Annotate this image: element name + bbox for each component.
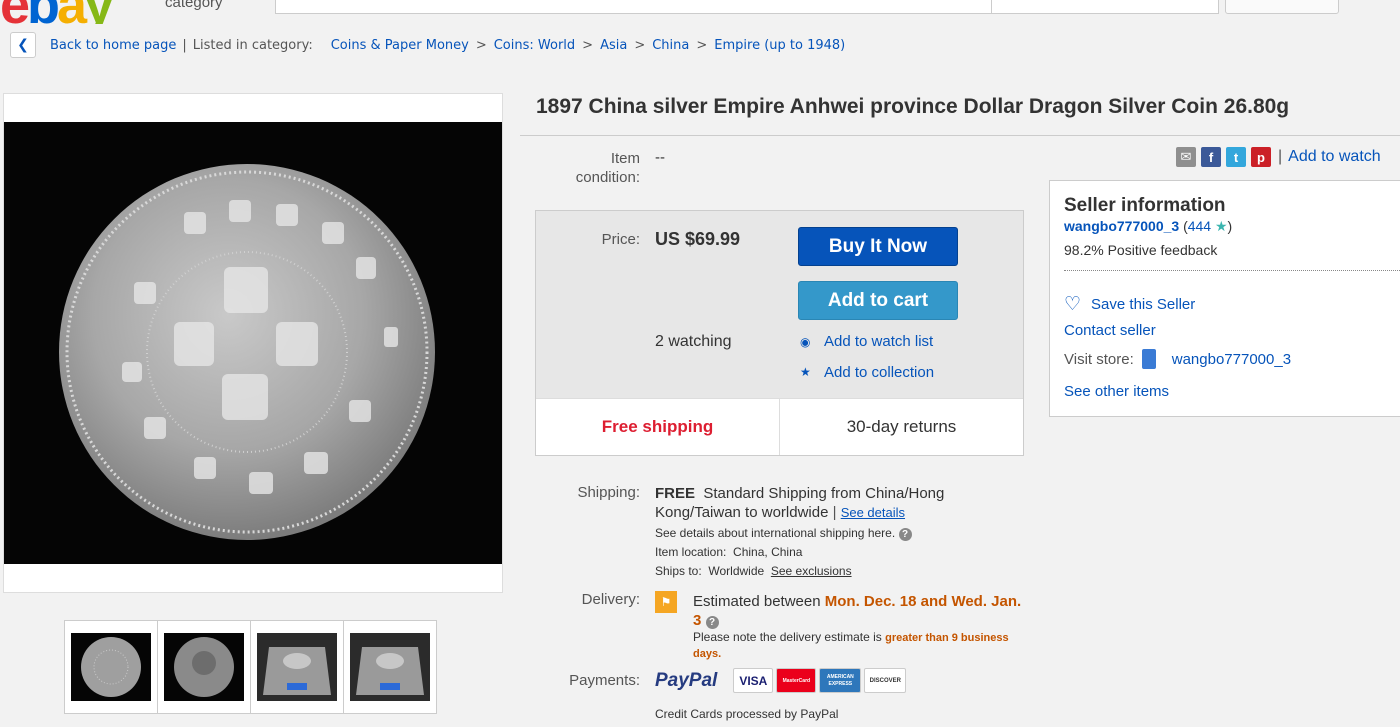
condition-value: -- — [655, 149, 665, 166]
thumbnail-strip — [64, 620, 437, 714]
thumbnail[interactable] — [64, 620, 158, 714]
help-icon[interactable]: ? — [898, 528, 912, 541]
coin-image — [59, 164, 435, 540]
delivery-label: Delivery: — [581, 591, 640, 608]
shipping-label: Shipping: — [577, 484, 640, 501]
see-exclusions-link[interactable]: See exclusions — [771, 564, 852, 578]
share-separator: | — [1278, 148, 1283, 165]
positive-feedback: 98.2% Positive feedback — [1064, 242, 1218, 258]
help-icon[interactable]: ? — [705, 616, 719, 629]
returns-badge: 30-day returns — [846, 417, 957, 436]
main-product-image[interactable] — [4, 122, 502, 564]
price-box: Price: US $69.99 Buy It Now Add to cart … — [535, 210, 1024, 456]
free-shipping-badge: Free shipping — [536, 399, 780, 455]
flag-icon: ⚑ — [655, 591, 677, 613]
add-to-watch-link[interactable]: Add to watch — [1288, 148, 1381, 166]
breadcrumb-item[interactable]: Coins & Paper Money — [331, 38, 469, 53]
divider — [520, 135, 1400, 136]
item-title: 1897 China silver Empire Anhwei province… — [536, 95, 1290, 118]
price-label: Price: — [601, 231, 640, 248]
watching-count: 2 watching — [655, 333, 732, 350]
breadcrumb-item[interactable]: Asia — [600, 38, 627, 53]
back-to-home-link[interactable]: Back to home page — [50, 38, 176, 53]
add-to-collection-link[interactable]: Add to collection — [824, 364, 934, 381]
image-viewer — [3, 93, 503, 593]
see-other-items-link[interactable]: See other items — [1064, 383, 1169, 400]
heart-icon: ♡ — [1064, 294, 1082, 315]
add-to-cart-button[interactable]: Add to cart — [798, 281, 958, 320]
seller-heading: Seller information — [1064, 195, 1226, 216]
shop-by-category[interactable]: category — [165, 0, 223, 11]
price-value: US $69.99 — [655, 229, 741, 249]
seller-name-link[interactable]: wangbo777000_3 — [1064, 218, 1179, 234]
category-select-divider — [991, 0, 992, 13]
delivery-note: Please note the delivery estimate is gre… — [693, 630, 1009, 660]
payments-note: Credit Cards processed by PayPal — [655, 707, 839, 721]
feedback-score-link[interactable]: 444 — [1188, 218, 1211, 234]
facebook-icon[interactable]: f — [1201, 147, 1221, 167]
discover-icon: DISCOVER — [864, 668, 907, 693]
thumbnail[interactable] — [343, 620, 437, 714]
store-link[interactable]: wangbo777000_3 — [1172, 351, 1291, 368]
seller-info-box: Seller information wangbo777000_3 (444 ★… — [1049, 180, 1400, 417]
listed-in-label: Listed in category: — [192, 37, 313, 53]
payment-methods: PayPal VISA MasterCard AMERICAN EXPRESS … — [655, 668, 909, 693]
save-seller-link[interactable]: ♡ Save this Seller — [1064, 293, 1195, 316]
twitter-icon[interactable]: t — [1226, 147, 1246, 167]
item-location: Item location: China, China — [655, 545, 803, 559]
pinterest-icon[interactable]: p — [1251, 147, 1271, 167]
email-icon[interactable]: ✉ — [1176, 147, 1196, 167]
breadcrumb: ❮ Back to home page | Listed in category… — [10, 32, 845, 58]
breadcrumb-separator: | — [182, 37, 187, 53]
share-row: ✉ f t p | Add to watch — [1176, 147, 1381, 167]
breadcrumb-item[interactable]: Coins: World — [494, 38, 575, 53]
paypal-logo: PayPal — [655, 669, 718, 691]
buy-it-now-button[interactable]: Buy It Now — [798, 227, 958, 266]
star-icon: ★ — [800, 365, 811, 379]
ships-to: Ships to: Worldwide See exclusions — [655, 564, 852, 578]
add-to-watch-list-link[interactable]: Add to watch list — [824, 333, 933, 350]
intl-shipping-note: See details about international shipping… — [655, 526, 912, 541]
store-icon — [1141, 349, 1156, 369]
visit-store-row: Visit store: wangbo777000_3 — [1064, 349, 1292, 369]
delivery-estimate: Estimated between Mon. Dec. 18 and Wed. … — [693, 593, 1022, 629]
eye-icon: ◉ — [800, 335, 811, 349]
visa-icon: VISA — [733, 668, 774, 693]
payments-label: Payments: — [569, 672, 640, 689]
divider — [1064, 270, 1400, 271]
amex-icon: AMERICAN EXPRESS — [819, 668, 862, 693]
search-input[interactable] — [275, 0, 1219, 14]
breadcrumb-item[interactable]: Empire (up to 1948) — [714, 38, 845, 53]
shipping-returns-row: Free shipping 30-day returns — [536, 398, 1023, 455]
search-button[interactable] — [1225, 0, 1339, 14]
site-header: ebay category — [0, 0, 1400, 24]
breadcrumb-item[interactable]: China — [652, 38, 689, 53]
ebay-logo[interactable]: ebay — [0, 0, 114, 24]
back-arrow-icon[interactable]: ❮ — [10, 32, 36, 58]
thumbnail[interactable] — [250, 620, 344, 714]
thumbnail[interactable] — [157, 620, 251, 714]
contact-seller-link[interactable]: Contact seller — [1064, 322, 1156, 339]
shipping-info: FREE Standard Shipping from China/Hong K… — [655, 485, 945, 521]
star-icon: ★ — [1214, 218, 1228, 234]
mastercard-icon: MasterCard — [776, 668, 817, 693]
condition-label: Item condition: — [575, 150, 640, 186]
see-details-link[interactable]: See details — [841, 505, 905, 520]
seller-name-row: wangbo777000_3 (444 ★) — [1064, 218, 1233, 234]
